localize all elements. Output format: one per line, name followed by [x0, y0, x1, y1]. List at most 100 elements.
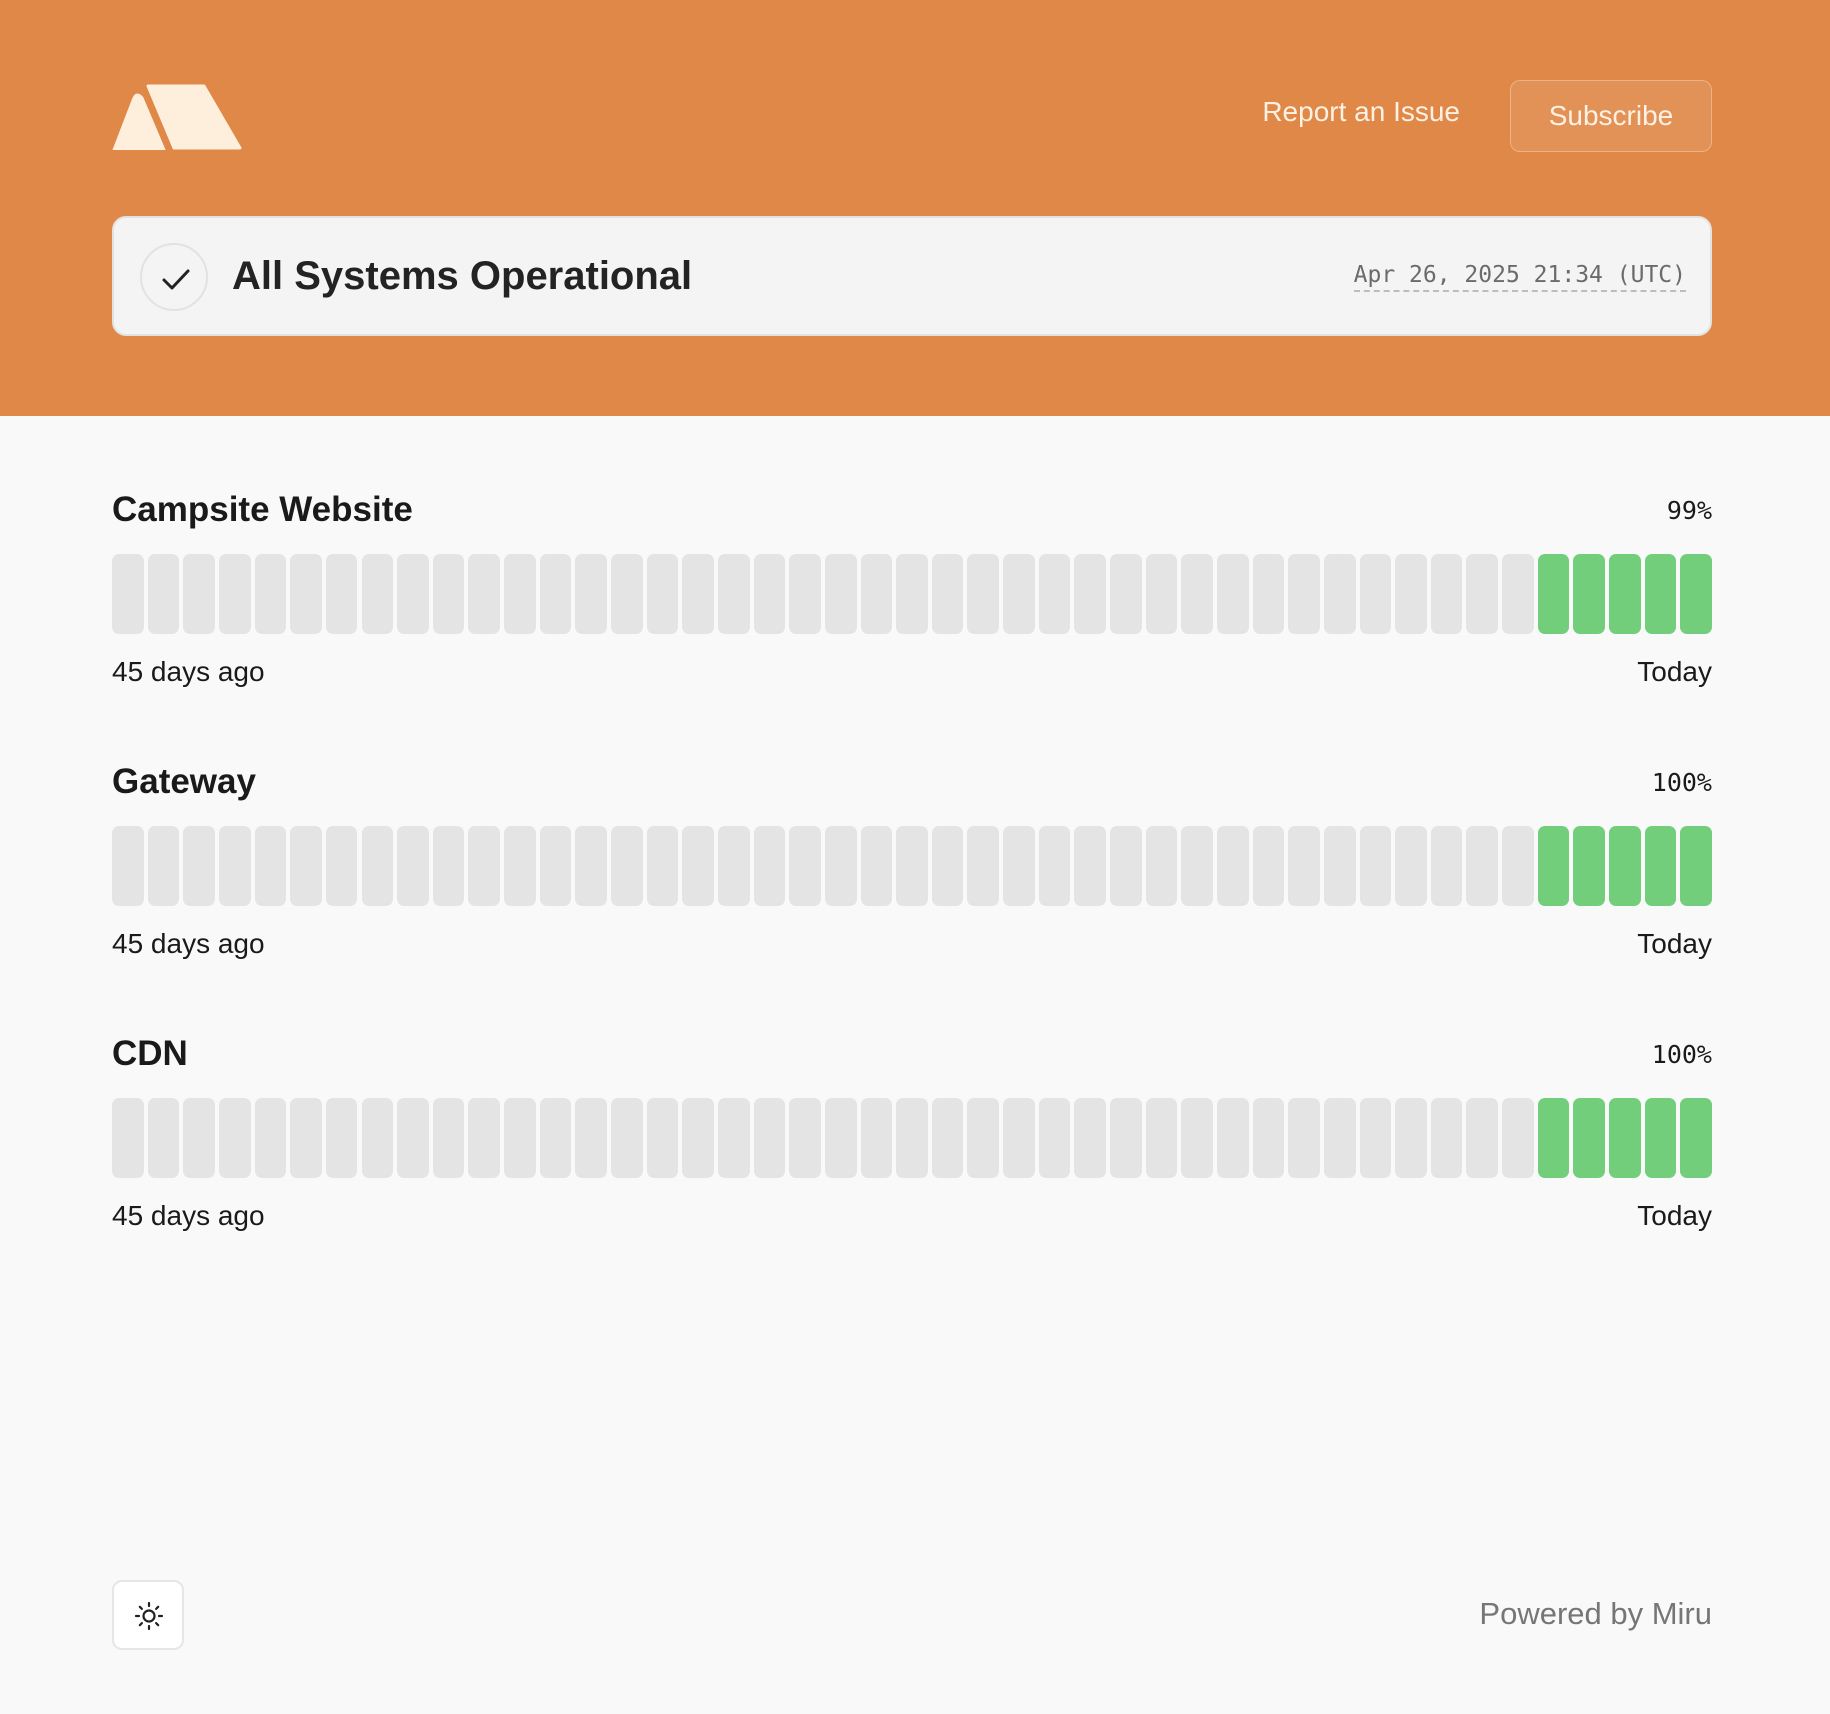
uptime-bar-no-data[interactable] — [967, 554, 1000, 634]
uptime-bar-no-data[interactable] — [361, 1098, 394, 1178]
uptime-bar-no-data[interactable] — [1252, 1098, 1285, 1178]
uptime-bar-no-data[interactable] — [824, 554, 857, 634]
uptime-bar-no-data[interactable] — [824, 1098, 857, 1178]
uptime-bar-no-data[interactable] — [824, 826, 857, 906]
uptime-bar-no-data[interactable] — [931, 554, 964, 634]
subscribe-button[interactable]: Subscribe — [1510, 80, 1712, 152]
uptime-bar-no-data[interactable] — [1216, 554, 1249, 634]
uptime-bar-no-data[interactable] — [1145, 554, 1178, 634]
uptime-bar-no-data[interactable] — [1003, 826, 1035, 906]
uptime-bar-up[interactable] — [1573, 1098, 1606, 1178]
uptime-bar-no-data[interactable] — [1359, 1098, 1392, 1178]
uptime-bar-no-data[interactable] — [1359, 554, 1392, 634]
uptime-bar-no-data[interactable] — [575, 554, 607, 634]
uptime-bar-no-data[interactable] — [1323, 1098, 1356, 1178]
uptime-bar-no-data[interactable] — [1181, 554, 1213, 634]
uptime-bar-no-data[interactable] — [1430, 554, 1463, 634]
uptime-bar-no-data[interactable] — [753, 1098, 786, 1178]
uptime-bar-up[interactable] — [1537, 826, 1570, 906]
uptime-bar-no-data[interactable] — [860, 826, 893, 906]
uptime-bar-no-data[interactable] — [147, 826, 180, 906]
uptime-bar-no-data[interactable] — [468, 1098, 501, 1178]
uptime-bar-no-data[interactable] — [397, 826, 429, 906]
uptime-bar-no-data[interactable] — [112, 554, 144, 634]
uptime-bar-no-data[interactable] — [611, 826, 643, 906]
uptime-bar-no-data[interactable] — [860, 554, 893, 634]
uptime-bar-no-data[interactable] — [504, 554, 536, 634]
uptime-bar-no-data[interactable] — [254, 1098, 287, 1178]
uptime-bar-no-data[interactable] — [646, 826, 679, 906]
uptime-bar-no-data[interactable] — [218, 554, 251, 634]
uptime-bar-no-data[interactable] — [1288, 826, 1320, 906]
uptime-bar-no-data[interactable] — [1395, 1098, 1427, 1178]
uptime-bar-no-data[interactable] — [860, 1098, 893, 1178]
uptime-bar-no-data[interactable] — [1038, 826, 1071, 906]
mountain-logo-icon[interactable] — [112, 84, 242, 150]
uptime-bar-no-data[interactable] — [682, 1098, 714, 1178]
uptime-bar-no-data[interactable] — [682, 554, 714, 634]
uptime-bar-no-data[interactable] — [1466, 554, 1499, 634]
uptime-bar-no-data[interactable] — [183, 554, 215, 634]
uptime-bar-no-data[interactable] — [183, 826, 215, 906]
uptime-bar-no-data[interactable] — [539, 826, 572, 906]
uptime-bar-no-data[interactable] — [147, 554, 180, 634]
uptime-bar-no-data[interactable] — [468, 826, 501, 906]
uptime-bar-no-data[interactable] — [611, 554, 643, 634]
uptime-bar-no-data[interactable] — [753, 554, 786, 634]
uptime-bar-no-data[interactable] — [1145, 1098, 1178, 1178]
uptime-bar-no-data[interactable] — [218, 1098, 251, 1178]
uptime-bar-no-data[interactable] — [112, 826, 144, 906]
uptime-bar-no-data[interactable] — [1430, 1098, 1463, 1178]
uptime-bar-no-data[interactable] — [646, 554, 679, 634]
uptime-bar-up[interactable] — [1680, 1098, 1712, 1178]
uptime-bar-no-data[interactable] — [432, 554, 465, 634]
uptime-bar-no-data[interactable] — [1216, 1098, 1249, 1178]
uptime-bar-no-data[interactable] — [646, 1098, 679, 1178]
uptime-bar-no-data[interactable] — [183, 1098, 215, 1178]
uptime-bar-no-data[interactable] — [254, 826, 287, 906]
uptime-bar-no-data[interactable] — [1003, 1098, 1035, 1178]
uptime-bar-up[interactable] — [1573, 826, 1606, 906]
report-issue-link[interactable]: Report an Issue — [1262, 96, 1460, 128]
uptime-bar-no-data[interactable] — [1323, 826, 1356, 906]
uptime-bar-no-data[interactable] — [1502, 1098, 1534, 1178]
uptime-bar-no-data[interactable] — [468, 554, 501, 634]
uptime-bar-no-data[interactable] — [931, 826, 964, 906]
uptime-bar-no-data[interactable] — [1038, 1098, 1071, 1178]
uptime-bar-no-data[interactable] — [1074, 826, 1107, 906]
uptime-bar-no-data[interactable] — [1502, 554, 1534, 634]
uptime-bar-no-data[interactable] — [1003, 554, 1035, 634]
uptime-bar-no-data[interactable] — [967, 826, 1000, 906]
uptime-bar-no-data[interactable] — [575, 826, 607, 906]
uptime-bar-no-data[interactable] — [896, 554, 928, 634]
uptime-bar-up[interactable] — [1644, 554, 1677, 634]
uptime-bar-no-data[interactable] — [147, 1098, 180, 1178]
uptime-bar-no-data[interactable] — [290, 1098, 322, 1178]
uptime-bar-up[interactable] — [1573, 554, 1606, 634]
uptime-bar-no-data[interactable] — [1466, 1098, 1499, 1178]
uptime-bar-no-data[interactable] — [539, 1098, 572, 1178]
uptime-bar-no-data[interactable] — [254, 554, 287, 634]
uptime-bar-no-data[interactable] — [1110, 554, 1142, 634]
uptime-bar-up[interactable] — [1680, 554, 1712, 634]
uptime-bar-no-data[interactable] — [1216, 826, 1249, 906]
uptime-bar-no-data[interactable] — [325, 554, 358, 634]
uptime-bar-no-data[interactable] — [1181, 1098, 1213, 1178]
uptime-bar-no-data[interactable] — [112, 1098, 144, 1178]
uptime-bar-no-data[interactable] — [1038, 554, 1071, 634]
uptime-bar-no-data[interactable] — [789, 554, 821, 634]
uptime-bar-no-data[interactable] — [1502, 826, 1534, 906]
uptime-bar-no-data[interactable] — [1110, 826, 1142, 906]
uptime-bar-no-data[interactable] — [397, 554, 429, 634]
uptime-bar-no-data[interactable] — [1323, 554, 1356, 634]
uptime-bar-up[interactable] — [1537, 1098, 1570, 1178]
uptime-bar-no-data[interactable] — [753, 826, 786, 906]
uptime-bar-no-data[interactable] — [432, 826, 465, 906]
uptime-bar-no-data[interactable] — [1110, 1098, 1142, 1178]
uptime-bar-no-data[interactable] — [1395, 826, 1427, 906]
uptime-bar-no-data[interactable] — [290, 826, 322, 906]
uptime-bar-up[interactable] — [1609, 1098, 1641, 1178]
uptime-bar-no-data[interactable] — [1288, 554, 1320, 634]
uptime-bar-no-data[interactable] — [1252, 554, 1285, 634]
uptime-bar-no-data[interactable] — [1074, 554, 1107, 634]
